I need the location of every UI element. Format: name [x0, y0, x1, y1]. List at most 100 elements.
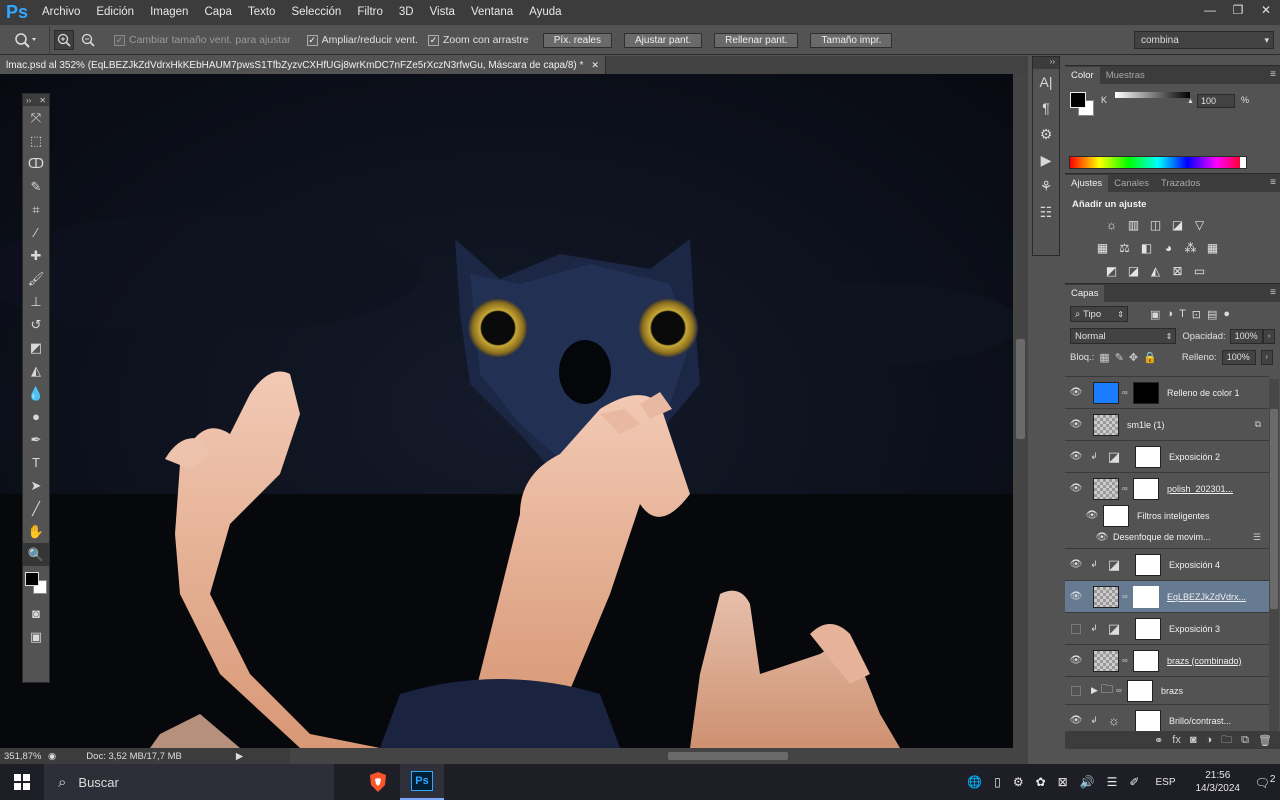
input-language[interactable]: ESP	[1155, 777, 1175, 788]
scroll-thumb[interactable]	[1016, 339, 1025, 439]
filter-options-icon[interactable]: ☰	[1253, 532, 1261, 543]
zoom-windows-checkbox[interactable]: ✓ Ampliar/reducir vent.	[306, 34, 418, 46]
print-size-button[interactable]: Tamaño impr.	[810, 32, 893, 48]
layer-row[interactable]: 👁 ∞ Relleno de color 1	[1065, 376, 1269, 408]
invert-icon[interactable]: ◩	[1103, 262, 1120, 279]
blend-mode-select[interactable]: Normal ⇕	[1070, 328, 1177, 344]
k-value-input[interactable]: 100	[1197, 94, 1235, 108]
close-icon[interactable]: ✕	[39, 96, 46, 105]
actions-panel-icon[interactable]: ▶	[1033, 147, 1059, 173]
menu-imagen[interactable]: Imagen	[142, 0, 196, 25]
dodge-tool-icon[interactable]: ●	[23, 405, 49, 428]
fill-screen-button[interactable]: Rellenar pant.	[714, 32, 799, 48]
network-icon[interactable]: ⊠	[1058, 775, 1068, 789]
menu-3d[interactable]: 3D	[391, 0, 422, 25]
lasso-tool-icon[interactable]: ↀ	[23, 152, 49, 175]
scrubby-zoom-checkbox[interactable]: ✓ Zoom con arrastre	[427, 34, 529, 46]
tab-layers[interactable]: Capas	[1065, 285, 1105, 302]
zoom-level[interactable]: 351,87%	[0, 751, 42, 762]
vertical-scrollbar[interactable]	[1013, 74, 1028, 748]
layer-row[interactable]: 👁 sm1le (1) ⧉	[1065, 408, 1269, 440]
layer-mask-thumb[interactable]	[1135, 553, 1161, 576]
exposure-icon[interactable]: ◪	[1169, 216, 1186, 233]
vibrance-icon[interactable]: ▽	[1191, 216, 1208, 233]
history-brush-tool-icon[interactable]: ↺	[23, 313, 49, 336]
layer-row[interactable]: ↲ ◪ Exposición 3	[1065, 612, 1269, 644]
quick-select-tool-icon[interactable]: ✎	[23, 175, 49, 198]
layer-row[interactable]: 👁 ↲ ◪ Exposición 2	[1065, 440, 1269, 472]
document-tab[interactable]: lmac.psd al 352% (EqLBEZJkZdVdrxHkKEbHAU…	[0, 56, 606, 74]
lock-pixels-icon[interactable]: ✎	[1115, 351, 1124, 364]
layer-row[interactable]: 👁 ∞ polish_202301...	[1065, 472, 1269, 504]
close-button[interactable]: ✕	[1252, 0, 1280, 20]
lock-position-icon[interactable]: ✥	[1129, 351, 1138, 364]
clone-stamp-tool-icon[interactable]: ⊥	[23, 290, 49, 313]
visibility-eye-icon[interactable]: 👁	[1065, 451, 1087, 462]
tool-preset-picker[interactable]	[0, 25, 50, 55]
visibility-eye-icon[interactable]: 👁	[1065, 559, 1087, 570]
tool-presets-icon[interactable]: ☷	[1033, 199, 1059, 225]
healing-brush-tool-icon[interactable]: ✚	[23, 244, 49, 267]
visibility-eye-icon[interactable]: 👁	[1081, 510, 1103, 521]
k-slider[interactable]	[1115, 92, 1190, 98]
menu-archivo[interactable]: Archivo	[34, 0, 88, 25]
visibility-toggle[interactable]	[1065, 685, 1087, 696]
layer-mask-thumb[interactable]	[1133, 381, 1159, 404]
visibility-eye-icon[interactable]: 👁	[1065, 655, 1087, 666]
panel-menu-icon[interactable]: ≡	[1270, 69, 1276, 80]
layer-row-selected[interactable]: 👁 ∞ EqLBEZJkZdVdrx...	[1065, 580, 1269, 612]
globe-icon[interactable]: 🌐	[967, 775, 982, 789]
layer-group-row[interactable]: ▶ 🗀 ∞ brazs	[1065, 676, 1269, 704]
layer-mask-thumb[interactable]	[1133, 649, 1159, 672]
chevron-right-icon[interactable]: ›	[1260, 350, 1273, 365]
move-tool-icon[interactable]: ⤧	[23, 106, 49, 129]
color-balance-icon[interactable]: ⚖	[1116, 239, 1133, 256]
zoom-out-icon[interactable]	[78, 30, 98, 50]
screen-mode-icon[interactable]: ▣	[23, 625, 49, 648]
foreground-swatch[interactable]	[1070, 92, 1086, 108]
tab-swatches[interactable]: Muestras	[1100, 67, 1151, 84]
panel-menu-icon[interactable]: ≡	[1270, 177, 1276, 188]
visibility-eye-icon[interactable]: 👁	[1065, 715, 1087, 726]
quick-mask-icon[interactable]: ◙	[23, 602, 49, 625]
chevron-right-icon[interactable]: ›	[1263, 328, 1275, 344]
clock[interactable]: 21:56 14/3/2024	[1196, 769, 1241, 795]
menu-filtro[interactable]: Filtro	[349, 0, 391, 25]
zoom-in-icon[interactable]	[54, 30, 74, 50]
menu-edicion[interactable]: Edición	[88, 0, 142, 25]
character-panel-icon[interactable]: A|	[1033, 69, 1059, 95]
add-mask-icon[interactable]: ◙	[1190, 734, 1197, 746]
brush-tool-icon[interactable]: 🖌	[23, 267, 49, 290]
workspace-switcher[interactable]: combina ▾	[1134, 31, 1274, 49]
delete-layer-icon[interactable]: 🗑	[1258, 734, 1272, 747]
start-button[interactable]	[0, 774, 44, 790]
zoom-tool-icon[interactable]: 🔍	[23, 543, 49, 566]
menu-seleccion[interactable]: Selección	[283, 0, 349, 25]
layers-scrollbar[interactable]	[1269, 379, 1279, 739]
expand-icon[interactable]: ››	[26, 96, 31, 105]
horizontal-scrollbar[interactable]	[290, 748, 1028, 764]
play-arrow-icon[interactable]: ▶	[236, 751, 243, 762]
tab-paths[interactable]: Trazados	[1155, 175, 1206, 192]
fit-screen-button[interactable]: Ajustar pant.	[624, 32, 703, 48]
minimize-button[interactable]: —	[1196, 0, 1224, 20]
levels-icon[interactable]: ▥	[1125, 216, 1142, 233]
menu-ventana[interactable]: Ventana	[463, 0, 521, 25]
actual-pixels-button[interactable]: Píx. reales	[542, 32, 612, 48]
line-tool-icon[interactable]: ╱	[23, 497, 49, 520]
marquee-tool-icon[interactable]: ⬚	[23, 129, 49, 152]
brightness-icon[interactable]: ☼	[1103, 216, 1120, 233]
hand-tool-icon[interactable]: ✋	[23, 520, 49, 543]
menu-texto[interactable]: Texto	[240, 0, 284, 25]
layer-row[interactable]: 👁 ↲ ◪ Exposición 4	[1065, 548, 1269, 580]
type-tool-icon[interactable]: T	[23, 451, 49, 474]
menu-vista[interactable]: Vista	[422, 0, 463, 25]
fx-icon[interactable]: fx	[1172, 734, 1181, 746]
app-tray-icon[interactable]: ⚙	[1013, 775, 1024, 789]
color-lookup-icon[interactable]: ▦	[1204, 239, 1221, 256]
scroll-thumb[interactable]	[668, 752, 788, 760]
volume-icon[interactable]: 🔊	[1080, 775, 1095, 789]
expand-icon[interactable]: ››	[1033, 57, 1059, 69]
selective-color-icon[interactable]: ⊠	[1169, 262, 1186, 279]
layer-mask-thumb[interactable]	[1135, 617, 1161, 640]
